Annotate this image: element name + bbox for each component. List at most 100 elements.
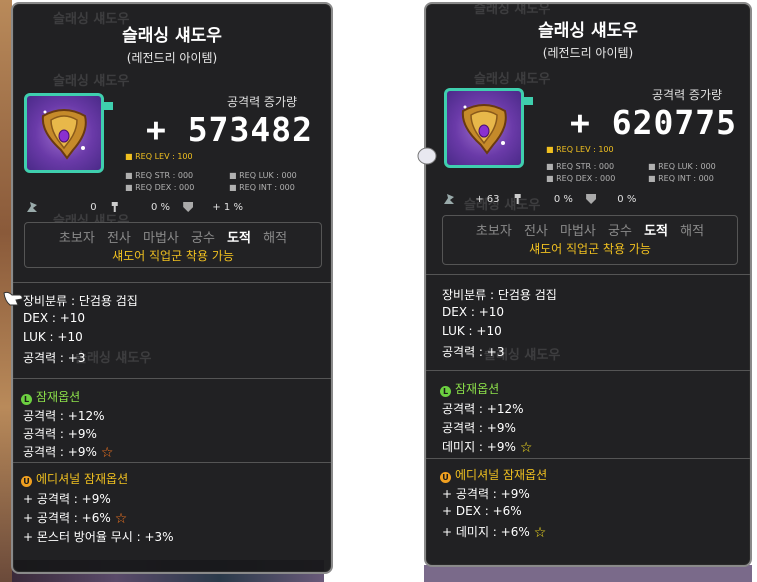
hammer-icon [111,202,118,212]
hand-cursor-icon [417,147,437,165]
item-grade: (레전드리 아이템) [126,51,218,65]
job-thief: 도적 [227,231,252,246]
stat-attack: 공격력 : +3 [23,351,86,365]
attack-increase-label: 공격력 증가량 [227,95,298,109]
stat-value-c: 0 % [617,194,637,205]
job-note: 섀도어 직업군 착용 가능 [529,242,651,256]
item-grade: (레전드리 아이템) [542,46,634,60]
job-magician: 마법사 [560,224,596,239]
job-pirate: 해적 [263,231,288,246]
wrench-icon [27,202,37,212]
req-str: ■ REQ STR : 000 [546,162,615,171]
req-int: ■ REQ INT : 000 [648,174,714,183]
stat-dex: DEX : +10 [442,305,505,319]
potential-line-1: 공격력 : +12% [23,409,105,423]
ghost-text: 슬래싱 섀도우 [474,72,551,87]
item-category: 장비분류 : 단검용 검집 [442,288,557,302]
star-icon: ☆ [519,440,533,456]
potential-line-2: 공격력 : +9% [23,427,97,441]
star-icon: ☆ [533,525,547,541]
job-thief: 도적 [644,224,669,239]
potential-line-3: 공격력 : +9% ☆ [23,445,114,461]
job-beginner: 초보자 [475,224,512,239]
divider [13,282,331,283]
potential-title: L 잠재옵션 [21,388,80,405]
dagger-sheath-icon [41,109,87,160]
job-note: 섀도어 직업군 착용 가능 [112,249,234,263]
req-level: ■ REQ LEV : 100 [125,152,193,161]
potential-line-2: 공격력 : +9% [442,421,516,435]
additional-line-2: + 공격력 : +6% ☆ [23,511,128,527]
divider [426,458,750,459]
additional-line-1: + 공격력 : +9% [442,487,530,501]
additional-potential-title: U 에디셔널 잠재옵션 [21,470,128,487]
attack-increase-value: + 620775 [570,103,737,142]
item-icon-frame[interactable] [24,93,113,173]
hammer-icon [514,194,521,204]
job-warrior: 전사 [106,231,131,246]
stat-attack: 공격력 : +3 [442,345,505,359]
ghost-text: 슬래싱 섀도우 [75,351,152,366]
job-archer: 궁수 [191,231,215,246]
job-warrior: 전사 [523,224,548,239]
stat-value-b: 0 % [150,202,170,213]
unique-badge-icon: U [440,472,451,483]
hand-cursor-icon [3,291,23,306]
stat-dex: DEX : +10 [23,311,86,325]
job-archer: 궁수 [608,224,632,239]
req-str: ■ REQ STR : 000 [125,171,194,180]
attack-increase-value: + 573482 [146,110,313,149]
req-dex: ■ REQ DEX : 000 [546,174,616,183]
potential-title: L 잠재옵션 [440,380,499,397]
star-icon: ☆ [114,511,128,527]
job-requirements: 초보자 전사 마법사 궁수 도적 해적 섀도어 직업군 착용 가능 [442,215,738,265]
divider [13,462,331,463]
job-beginner: 초보자 [58,231,95,246]
req-dex: ■ REQ DEX : 000 [125,183,195,192]
job-magician: 마법사 [143,231,179,246]
stat-value-a: 0 [90,202,97,213]
additional-line-1: + 공격력 : +9% [23,492,111,506]
item-icon-frame[interactable] [444,88,533,168]
flag-icon [523,97,533,105]
attack-increase-label: 공격력 증가량 [652,88,723,102]
potential-line-3: 데미지 : +9% ☆ [442,440,533,456]
shield-icon [586,194,597,204]
ghost-text: 슬래싱 섀도우 [53,74,130,89]
special-stats-row: + 63 0 % 0 % [444,194,636,205]
item-name: 슬래싱 섀도우 [538,21,638,41]
req-level: ■ REQ LEV : 100 [546,145,614,154]
stat-value-a: + 63 [475,194,500,205]
item-tooltip-left: 슬래싱 섀도우 슬래싱 섀도우 슬래싱 섀도우 슬래싱 섀도우 슬래싱 섀도우 … [11,2,333,574]
job-list: 초보자 전사 마법사 궁수 도적 해적 [25,227,321,246]
unique-badge-icon: U [21,476,32,487]
wrench-icon [444,194,454,204]
flag-icon [103,102,113,110]
job-requirements: 초보자 전사 마법사 궁수 도적 해적 섀도어 직업군 착용 가능 [24,222,322,268]
job-pirate: 해적 [680,224,705,239]
additional-potential-title: U 에디셔널 잠재옵션 [440,466,547,483]
additional-line-2: + DEX : +6% [442,504,522,518]
shield-icon [183,202,194,212]
req-luk: ■ REQ LUK : 000 [648,162,716,171]
additional-line-3: + 데미지 : +6% ☆ [442,525,547,541]
req-luk: ■ REQ LUK : 000 [229,171,297,180]
divider [13,378,331,379]
divider [426,370,750,371]
star-icon: ☆ [100,445,114,461]
stat-value-c: + 1 % [212,202,243,213]
item-tooltip-right: 슬래싱 섀도우 슬래싱 섀도우 슬래싱 섀도우 슬래싱 섀도우 슬래싱 섀도우 … [424,2,752,567]
dagger-sheath-icon [461,104,507,155]
item-category: 장비분류 : 단검용 검집 [23,294,138,308]
special-stats-row: 0 0 % + 1 % [27,202,243,213]
stat-luk: LUK : +10 [442,324,502,338]
stat-value-b: 0 % [553,194,573,205]
stat-luk: LUK : +10 [23,330,83,344]
background-scenery-bottom-right [424,565,752,582]
potential-line-1: 공격력 : +12% [442,402,524,416]
job-list: 초보자 전사 마법사 궁수 도적 해적 [443,220,737,239]
legendary-badge-icon: L [440,386,451,397]
req-int: ■ REQ INT : 000 [229,183,295,192]
item-name: 슬래싱 섀도우 [122,26,222,46]
legendary-badge-icon: L [21,394,32,405]
